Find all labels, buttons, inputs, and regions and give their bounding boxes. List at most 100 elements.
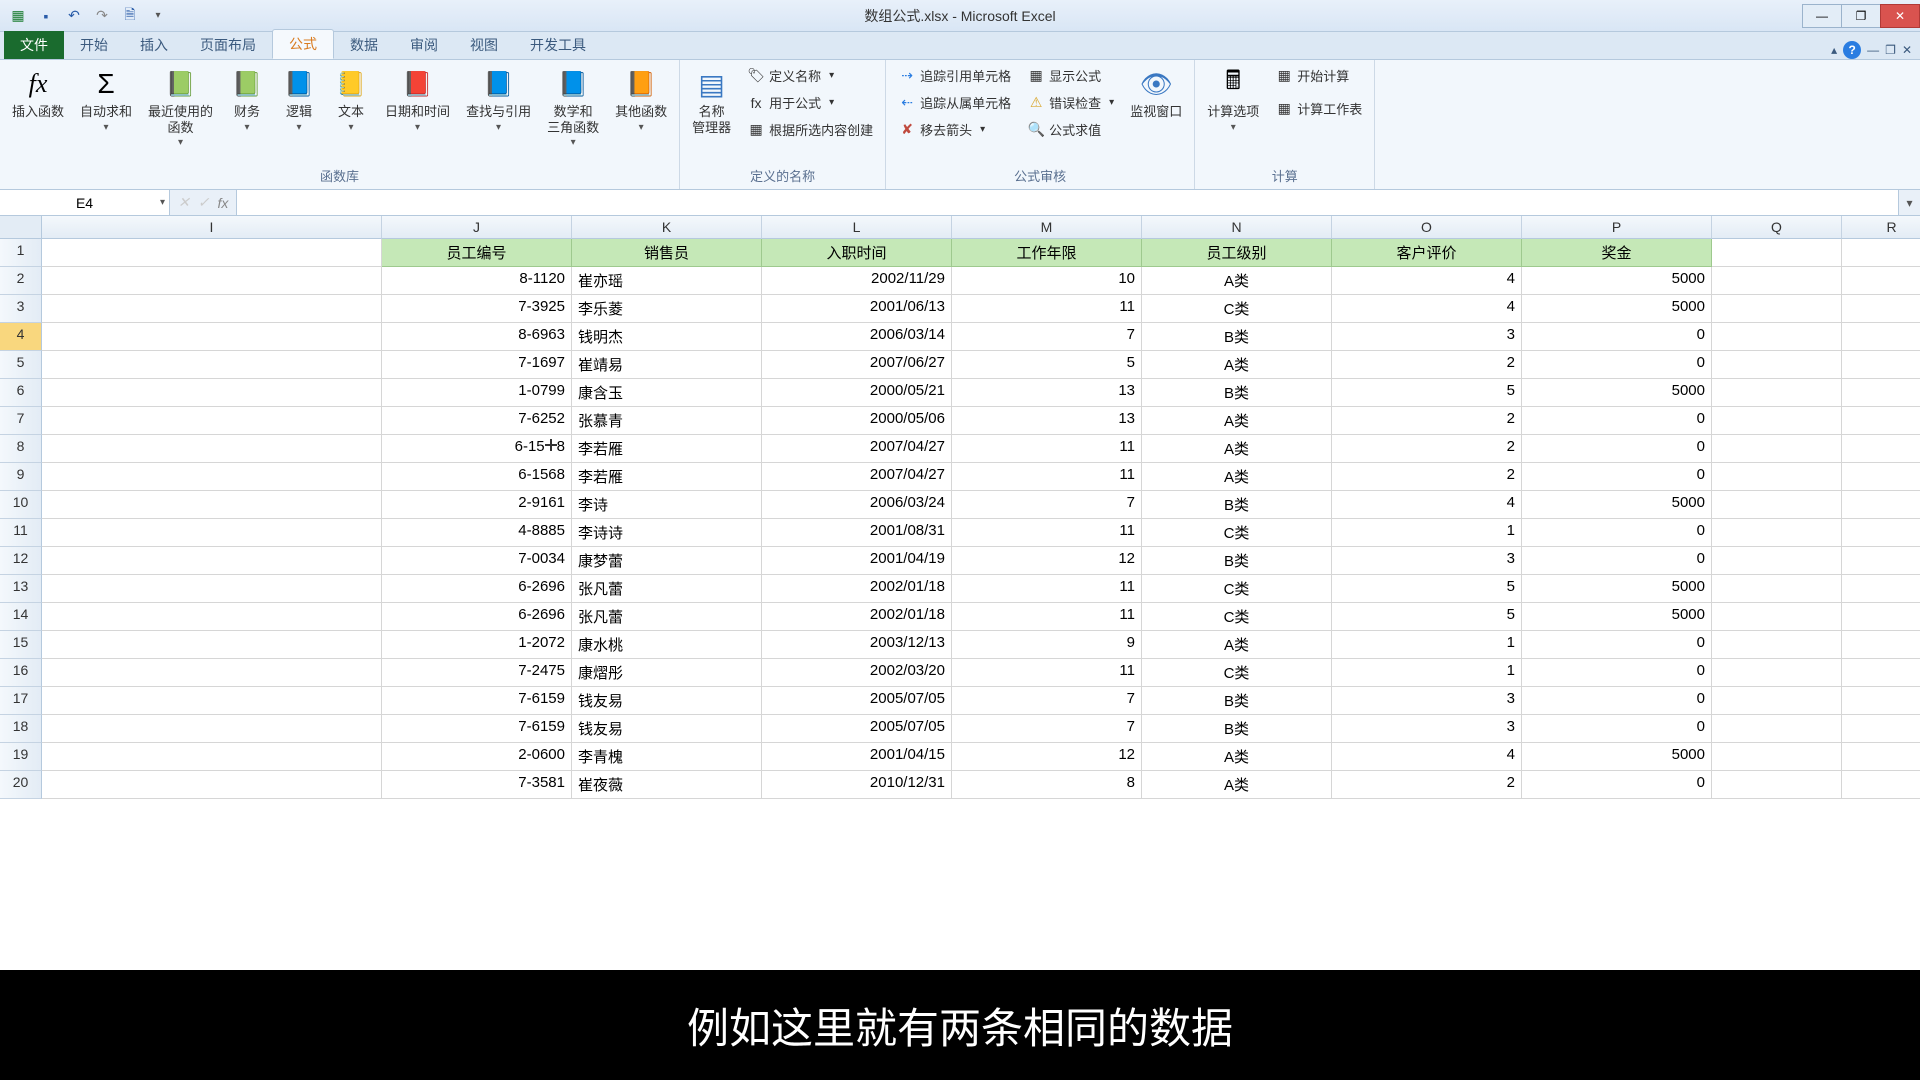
cell[interactable]: 2-0600 <box>382 743 572 771</box>
row-header[interactable]: 7 <box>0 407 42 435</box>
wat條-window-button[interactable]: 👁 监视窗口 <box>1126 64 1186 122</box>
row-header[interactable]: 2 <box>0 267 42 295</box>
cell[interactable]: A类 <box>1142 267 1332 295</box>
cell[interactable]: B类 <box>1142 715 1332 743</box>
cell[interactable]: C类 <box>1142 603 1332 631</box>
cell[interactable]: 3 <box>1332 547 1522 575</box>
define-name-button[interactable]: 🏷定义名称▾ <box>743 64 877 87</box>
cell[interactable]: 康梦蕾 <box>572 547 762 575</box>
calculate-sheet-button[interactable]: ▦计算工作表 <box>1271 97 1366 120</box>
remove-arrows-button[interactable]: ✘移去箭头▾ <box>894 118 1015 141</box>
help-icon[interactable]: ? <box>1843 41 1861 59</box>
cell[interactable] <box>1712 379 1842 407</box>
cell[interactable]: 0 <box>1522 659 1712 687</box>
cell[interactable] <box>1842 407 1920 435</box>
cell[interactable] <box>42 547 382 575</box>
row-header[interactable]: 9 <box>0 463 42 491</box>
cell[interactable]: 5000 <box>1522 295 1712 323</box>
cell[interactable]: 6-1568 <box>382 463 572 491</box>
cell[interactable]: 张凡蕾 <box>572 603 762 631</box>
row-header[interactable]: 16 <box>0 659 42 687</box>
cell[interactable] <box>1712 407 1842 435</box>
cell[interactable]: 2 <box>1332 463 1522 491</box>
minimize-ribbon-icon[interactable]: ▴ <box>1831 43 1837 57</box>
calculation-options-button[interactable]: 🖩 计算选项 ▾ <box>1203 64 1263 135</box>
column-header[interactable]: P <box>1522 216 1712 239</box>
row-header[interactable]: 18 <box>0 715 42 743</box>
cell[interactable] <box>1842 351 1920 379</box>
cell[interactable]: B类 <box>1142 323 1332 351</box>
select-all-corner[interactable] <box>0 216 42 239</box>
column-header[interactable]: M <box>952 216 1142 239</box>
cell[interactable]: 0 <box>1522 631 1712 659</box>
name-box[interactable]: E4 ▾ <box>0 190 170 215</box>
mdi-restore-icon[interactable]: ❐ <box>1885 43 1896 57</box>
tab-formulas[interactable]: 公式 <box>272 29 334 59</box>
cell[interactable]: 5000 <box>1522 603 1712 631</box>
cell[interactable]: 5000 <box>1522 575 1712 603</box>
close-button[interactable]: ✕ <box>1880 4 1920 28</box>
cell[interactable]: 2 <box>1332 407 1522 435</box>
cell[interactable]: 2007/06/27 <box>762 351 952 379</box>
cell[interactable]: 11 <box>952 603 1142 631</box>
cell[interactable]: 8-6963 <box>382 323 572 351</box>
cell[interactable] <box>42 351 382 379</box>
cell[interactable] <box>42 743 382 771</box>
row-header[interactable]: 19 <box>0 743 42 771</box>
column-header[interactable]: K <box>572 216 762 239</box>
cell[interactable]: 2007/04/27 <box>762 435 952 463</box>
table-header-cell[interactable]: 销售员 <box>572 239 762 267</box>
cell[interactable]: 2001/04/15 <box>762 743 952 771</box>
cell[interactable]: A类 <box>1142 407 1332 435</box>
cell[interactable] <box>1712 771 1842 799</box>
cell[interactable]: 13 <box>952 379 1142 407</box>
cell[interactable]: C类 <box>1142 295 1332 323</box>
table-header-cell[interactable]: 员工编号 <box>382 239 572 267</box>
cell[interactable] <box>1712 239 1842 267</box>
cell[interactable]: 李若雁 <box>572 463 762 491</box>
evaluate-formula-button[interactable]: 🔍公式求值 <box>1023 118 1118 141</box>
column-header[interactable]: O <box>1332 216 1522 239</box>
cell[interactable]: 5000 <box>1522 267 1712 295</box>
cell[interactable]: 7 <box>952 491 1142 519</box>
cell[interactable]: 7 <box>952 687 1142 715</box>
cell[interactable]: 李诗诗 <box>572 519 762 547</box>
cell[interactable]: 0 <box>1522 687 1712 715</box>
cell[interactable]: 1 <box>1332 631 1522 659</box>
table-header-cell[interactable]: 奖金 <box>1522 239 1712 267</box>
cell[interactable]: 2010/12/31 <box>762 771 952 799</box>
cell[interactable]: 2006/03/24 <box>762 491 952 519</box>
cell[interactable] <box>42 379 382 407</box>
cell[interactable]: 崔靖易 <box>572 351 762 379</box>
tab-home[interactable]: 开始 <box>64 31 124 59</box>
recent-functions-button[interactable]: 📗 最近使用的 函数 ▾ <box>144 64 217 150</box>
row-header[interactable]: 5 <box>0 351 42 379</box>
cell[interactable]: B类 <box>1142 687 1332 715</box>
cell[interactable] <box>1842 239 1920 267</box>
cell[interactable]: 1 <box>1332 519 1522 547</box>
row-header[interactable]: 14 <box>0 603 42 631</box>
cell[interactable]: 康水桃 <box>572 631 762 659</box>
cell[interactable]: 崔亦瑶 <box>572 267 762 295</box>
save-icon[interactable]: ▪ <box>36 6 56 26</box>
cell[interactable]: C类 <box>1142 575 1332 603</box>
cell[interactable]: 3 <box>1332 323 1522 351</box>
cell[interactable]: 张慕青 <box>572 407 762 435</box>
cell[interactable]: 7-2475 <box>382 659 572 687</box>
table-header-cell[interactable]: 工作年限 <box>952 239 1142 267</box>
column-header[interactable]: I <box>42 216 382 239</box>
cell[interactable]: 李诗 <box>572 491 762 519</box>
cell[interactable]: 2 <box>1332 351 1522 379</box>
file-tab[interactable]: 文件 <box>4 31 64 59</box>
cell[interactable] <box>1712 603 1842 631</box>
cell[interactable] <box>42 239 382 267</box>
cell[interactable] <box>1712 715 1842 743</box>
cell[interactable]: A类 <box>1142 743 1332 771</box>
cell[interactable]: 0 <box>1522 407 1712 435</box>
cell[interactable]: 4 <box>1332 491 1522 519</box>
tab-review[interactable]: 审阅 <box>394 31 454 59</box>
cell[interactable]: 0 <box>1522 771 1712 799</box>
cell[interactable]: 2001/06/13 <box>762 295 952 323</box>
restore-button[interactable]: ❐ <box>1841 4 1881 28</box>
cell[interactable] <box>1842 631 1920 659</box>
